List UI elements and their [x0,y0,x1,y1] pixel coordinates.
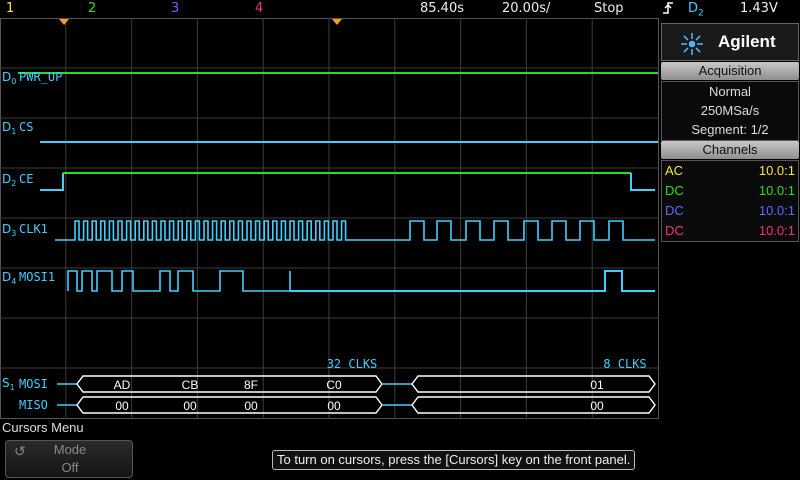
brand-name: Agilent [718,32,776,51]
channel-4-label[interactable]: 4 [255,1,263,16]
bus-byte: 00 [590,399,604,413]
channel-1-label[interactable]: 1 [6,1,14,16]
digital-traces [18,72,658,292]
channels-info: AC 10.0:1 DC 10.0:1 DC 10.0:1 DC 10.0:1 [661,160,799,242]
bus-row-label: MOSI [19,377,48,391]
bus-frame-2 [411,396,656,414]
channel-id: D2 [2,172,16,188]
mode-softkey[interactable]: ↺ Mode Off [5,440,133,478]
channel-probe: 10.0:1 [758,163,795,178]
trace-d4-a [67,270,291,292]
channel-row-2: DC 10.0:1 [662,181,798,201]
cursor-hint: To turn on cursors, press the [Cursors] … [272,450,636,470]
channel-label: PWR_UP [19,70,62,84]
channel-id: D4 [2,270,16,286]
acquisition-info: Normal 250MSa/s Segment: 1/2 [661,81,799,141]
channel-id: D0 [2,70,16,86]
trigger-markers [59,19,342,25]
channel-probe: 10.0:1 [758,223,795,238]
horizontal-delay: 85.40s [420,1,464,16]
acq-sample-rate: 250MSa/s [700,103,760,118]
channel-id: D3 [2,222,16,238]
menu-title: Cursors Menu [2,420,84,435]
bus-annotation: 32 CLKS [327,357,378,371]
bus-byte: 00 [327,399,341,413]
channel-coupling: DC [665,183,684,198]
channel-row-1: AC 10.0:1 [662,161,798,181]
channel-label: MOSI1 [19,270,55,284]
acq-segment: Segment: 1/2 [691,122,769,137]
bus-byte: C0 [326,378,342,392]
channel-3-label[interactable]: 3 [171,1,179,16]
trace-d2-rise [40,173,64,191]
channel-2-label[interactable]: 2 [88,1,96,16]
status-bar: 1 2 3 4 85.40s 20.00s/ Stop D2 1.43V [0,0,800,19]
bus-id: S1 [2,376,15,392]
bus-byte: CB [182,378,199,392]
delay-marker-icon [59,19,69,25]
softkey-value: Off [61,460,79,475]
channel-label: CE [19,172,33,186]
trace-d4-b [290,270,655,292]
agilent-logo-icon [681,33,703,55]
channel-row-3: DC 10.0:1 [662,201,798,221]
info-panel: Agilent Acquisition Normal 250MSa/s Segm… [660,22,800,420]
channels-header: Channels [661,141,799,159]
acq-mode: Normal [709,84,751,99]
channel-probe: 10.0:1 [758,183,795,198]
trigger-position-icon [332,19,342,25]
channel-id: D1 [2,120,16,136]
trigger-edge-icon [661,1,675,19]
trace-d3 [55,220,655,241]
channel-probe: 10.0:1 [758,203,795,218]
bus-byte: 00 [183,399,197,413]
waveform-display[interactable]: D0 PWR_UP D1 CS D2 CE D3 CLK1 D4 MOSI1 S1 MOSI AD CB… [0,18,660,420]
bus-frame-2 [411,375,656,393]
bus-annotation: 8 CLKS [603,357,646,371]
serial-bus-decode: S1 MOSI AD CB 8F C0 01 MISO 00 00 00 00 00 32 CLKS 8 C… [2,357,656,414]
channel-coupling: AC [665,163,684,178]
channel-label: CLK1 [19,222,48,236]
softkey-name: Mode [53,442,87,457]
brand-header: Agilent [661,23,799,61]
channel-coupling: DC [665,203,684,218]
bus-byte: AD [114,378,131,392]
channel-label: CS [19,120,33,134]
channel-row-4: DC 10.0:1 [662,221,798,241]
channel-labels: D0 PWR_UP D1 CS D2 CE D3 CLK1 D4 MOSI1 [2,70,62,286]
bus-byte: 00 [244,399,258,413]
bus-row-label: MISO [19,398,48,412]
timebase-scale: 20.00s/ [502,1,551,16]
bus-byte: 00 [115,399,129,413]
trigger-source: D2 [688,1,704,19]
bus-byte: 8F [244,378,258,392]
acquisition-header: Acquisition [661,62,799,80]
bus-byte: 01 [590,378,604,392]
trace-d2-fall [630,173,655,191]
run-state: Stop [594,1,624,16]
trigger-level: 1.43V [740,1,778,16]
channel-coupling: DC [665,223,684,238]
